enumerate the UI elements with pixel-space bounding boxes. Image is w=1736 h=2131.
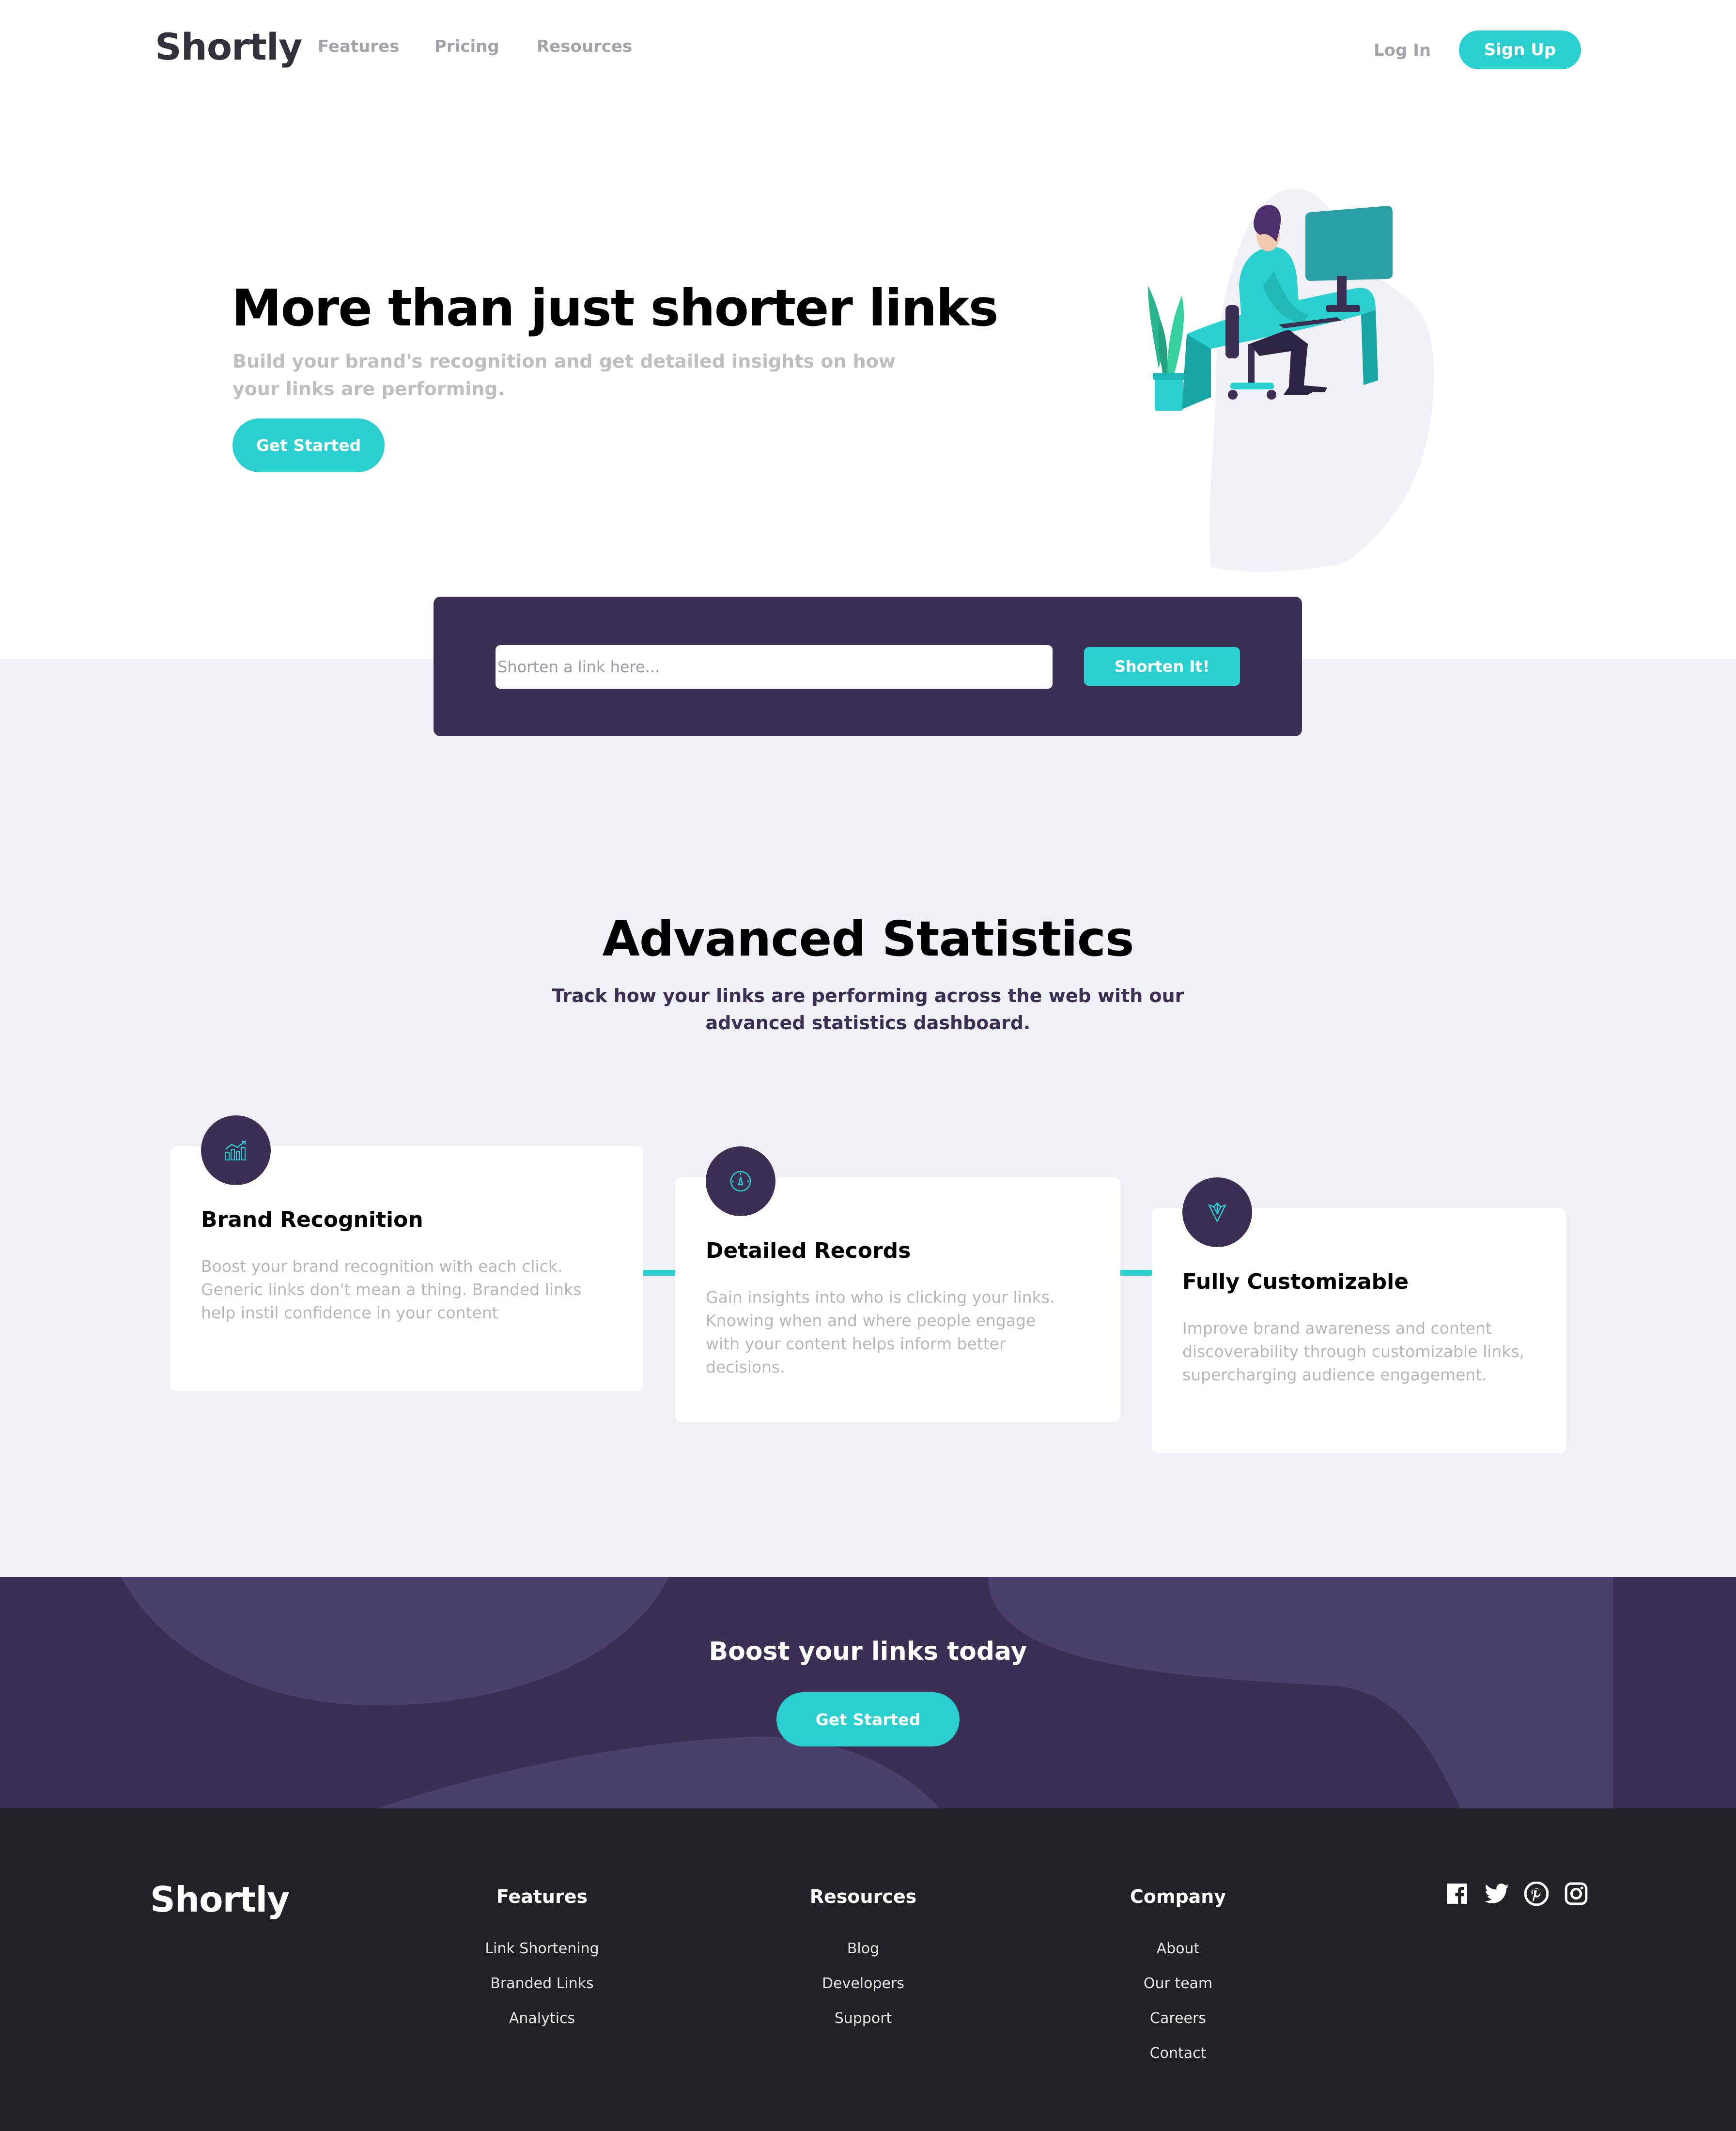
hero-title: More than just shorter links xyxy=(232,278,998,338)
footer-column-resources: Resources Blog Developers Support xyxy=(742,1886,984,2036)
shorten-button[interactable]: Shorten It! xyxy=(1084,647,1240,686)
footer-logo[interactable]: Shortly xyxy=(150,1879,290,1920)
card-title: Brand Recognition xyxy=(201,1207,423,1232)
statistics-title: Advanced Statistics xyxy=(602,911,1134,967)
person-working-illustration xyxy=(1148,189,1434,571)
footer-link-our-team[interactable]: Our team xyxy=(1057,1966,1299,2001)
footer-link-branded-links[interactable]: Branded Links xyxy=(421,1966,663,2001)
footer-link-support[interactable]: Support xyxy=(742,2001,984,2036)
card-title: Detailed Records xyxy=(706,1238,911,1263)
card-text: Boost your brand recognition with each c… xyxy=(201,1257,582,1322)
footer-column-company: Company About Our team Careers Contact xyxy=(1057,1886,1299,2071)
instagram-icon[interactable] xyxy=(1563,1880,1590,1907)
card-text: Gain insights into who is clicking your … xyxy=(706,1288,1055,1376)
footer-link-about[interactable]: About xyxy=(1057,1931,1299,1966)
feature-card-brand-recognition: Brand Recognition Boost your brand recog… xyxy=(170,1115,643,1391)
twitter-icon[interactable] xyxy=(1483,1880,1510,1907)
footer-link-analytics[interactable]: Analytics xyxy=(421,2001,663,2036)
nav-link-pricing[interactable]: Pricing xyxy=(434,37,499,56)
social-links xyxy=(1443,1880,1590,1907)
boost-section: Boost your links today Get Started xyxy=(0,1577,1736,1808)
card-connector xyxy=(1120,1270,1152,1276)
nav-link-features[interactable]: Features xyxy=(318,37,399,56)
footer-link-careers[interactable]: Careers xyxy=(1057,2001,1299,2036)
feature-card-detailed-records: Detailed Records Gain insights into who … xyxy=(675,1146,1120,1422)
footer-link-link-shortening[interactable]: Link Shortening xyxy=(421,1931,663,1966)
card-connector xyxy=(643,1270,676,1276)
top-navigation: Shortly Features Pricing Resources Log I… xyxy=(0,0,1736,97)
shorten-form: Shorten It! xyxy=(434,597,1302,736)
logo[interactable]: Shortly xyxy=(155,25,302,68)
signup-button[interactable]: Sign Up xyxy=(1459,31,1581,69)
footer: Shortly Features Link Shortening Branded… xyxy=(0,1808,1736,2131)
hero-subtitle: Build your brand's recognition and get d… xyxy=(232,351,896,400)
fully-customizable-icon xyxy=(1182,1177,1252,1247)
footer-link-developers[interactable]: Developers xyxy=(742,1966,984,2001)
login-link[interactable]: Log In xyxy=(1374,41,1431,60)
card-text: Improve brand awareness and content disc… xyxy=(1182,1319,1525,1384)
statistics-subtitle: Track how your links are performing acro… xyxy=(552,985,1184,1034)
footer-link-blog[interactable]: Blog xyxy=(742,1931,984,1966)
footer-column-features: Features Link Shortening Branded Links A… xyxy=(421,1886,663,2036)
nav-link-resources[interactable]: Resources xyxy=(537,37,632,56)
hero-get-started-button[interactable]: Get Started xyxy=(232,418,385,472)
facebook-icon[interactable] xyxy=(1443,1880,1471,1907)
boost-get-started-button[interactable]: Get Started xyxy=(776,1692,960,1746)
boost-title: Boost your links today xyxy=(709,1637,1027,1666)
footer-link-contact[interactable]: Contact xyxy=(1057,2036,1299,2071)
card-title: Fully Customizable xyxy=(1182,1269,1409,1294)
footer-heading: Features xyxy=(496,1886,588,1907)
feature-card-fully-customizable: Fully Customizable Improve brand awarene… xyxy=(1152,1177,1566,1453)
detailed-records-icon xyxy=(706,1146,775,1216)
footer-heading: Company xyxy=(1130,1886,1226,1907)
shorten-url-input[interactable] xyxy=(496,645,1053,689)
pinterest-icon[interactable] xyxy=(1523,1880,1550,1907)
footer-heading: Resources xyxy=(809,1886,917,1907)
brand-recognition-icon xyxy=(201,1115,271,1185)
